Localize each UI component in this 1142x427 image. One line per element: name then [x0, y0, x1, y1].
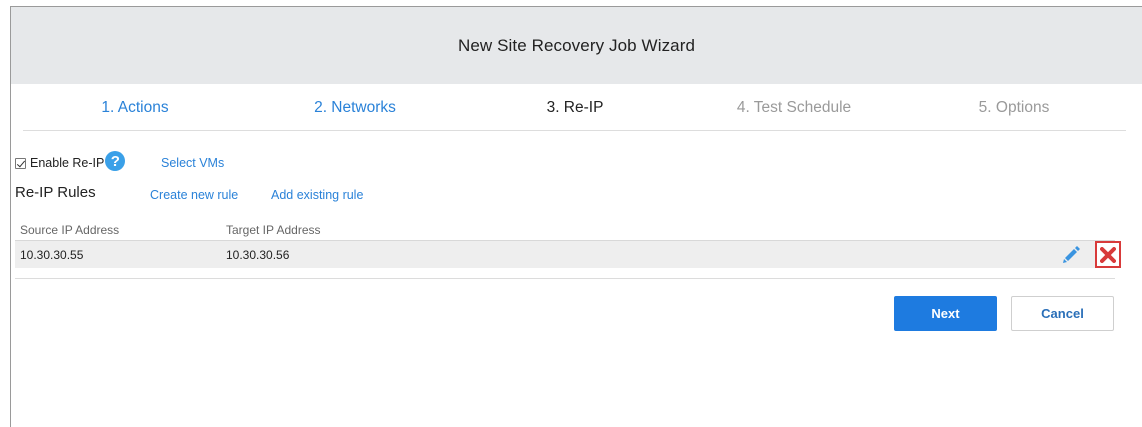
create-new-rule-link[interactable]: Create new rule [150, 188, 238, 202]
table-row[interactable]: 10.30.30.55 10.30.30.56 [15, 240, 1121, 268]
help-icon[interactable]: ? [105, 151, 126, 171]
enable-re-ip-label[interactable]: Enable Re-IP [30, 156, 104, 170]
step-test-schedule: 4. Test Schedule [736, 99, 852, 116]
step-networks[interactable]: 2. Networks [314, 99, 396, 117]
step-re-ip: 3. Re-IP [546, 99, 604, 116]
column-target-ip: Target IP Address [226, 223, 321, 237]
wizard-titlebar: New Site Recovery Job Wizard [11, 7, 1142, 84]
cancel-button[interactable]: Cancel [1011, 296, 1114, 331]
enable-re-ip-checkbox[interactable] [15, 157, 26, 169]
table-header: Source IP Address Target IP Address [15, 218, 1115, 240]
pencil-icon[interactable] [1061, 245, 1081, 265]
column-source-ip: Source IP Address [20, 223, 120, 237]
re-ip-rules-table: Source IP Address Target IP Address 10.3… [15, 218, 1121, 268]
select-vms-link[interactable]: Select VMs [161, 156, 224, 170]
step-options: 5. Options [978, 99, 1050, 116]
target-ip-cell: 10.30.30.56 [226, 248, 290, 262]
enable-re-ip-row: Enable Re-IP ? [15, 151, 126, 174]
source-ip-cell: 10.30.30.55 [20, 248, 84, 262]
wizard-steps: 1. Actions 2. Networks 3. Re-IP 4. Test … [11, 84, 1142, 132]
wizard-dialog: New Site Recovery Job Wizard 1. Actions … [10, 6, 1142, 427]
delete-rule-button[interactable] [1095, 241, 1121, 268]
re-ip-rules-title: Re-IP Rules [15, 184, 96, 201]
add-existing-rule-link[interactable]: Add existing rule [271, 188, 363, 202]
wizard-title: New Site Recovery Job Wizard [457, 35, 696, 55]
next-button[interactable]: Next [894, 296, 997, 331]
step-actions[interactable]: 1. Actions [101, 99, 168, 117]
close-x-icon [1100, 246, 1116, 263]
table-divider [15, 278, 1115, 279]
